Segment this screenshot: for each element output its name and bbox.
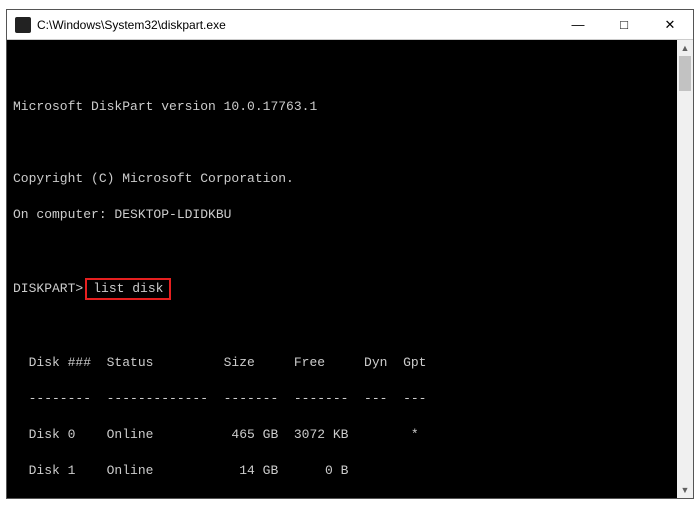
cmd-list-disk: list disk (85, 278, 171, 300)
close-button[interactable]: ✕ (647, 10, 693, 39)
disk-row-0: Disk 0 Online 465 GB 3072 KB * (13, 426, 671, 444)
scroll-track[interactable] (677, 56, 693, 482)
blank-line (13, 134, 671, 152)
blank-line (13, 318, 671, 336)
vertical-scrollbar[interactable]: ▲ ▼ (677, 40, 693, 498)
prompt-text: DISKPART> (13, 281, 83, 296)
prompt-line-1: DISKPART>list disk (13, 278, 671, 300)
window-title: C:\Windows\System32\diskpart.exe (37, 18, 555, 32)
blank-line (13, 242, 671, 260)
window-controls: — □ ✕ (555, 10, 693, 39)
copyright-line: Copyright (C) Microsoft Corporation. (13, 170, 671, 188)
scroll-thumb[interactable] (679, 56, 691, 91)
disk-table-header: Disk ### Status Size Free Dyn Gpt (13, 354, 671, 372)
version-line: Microsoft DiskPart version 10.0.17763.1 (13, 98, 671, 116)
scroll-up-arrow[interactable]: ▲ (677, 40, 693, 56)
app-window: C:\Windows\System32\diskpart.exe — □ ✕ M… (6, 9, 694, 499)
terminal-container: Microsoft DiskPart version 10.0.17763.1 … (7, 40, 693, 498)
app-icon (15, 17, 31, 33)
scroll-down-arrow[interactable]: ▼ (677, 482, 693, 498)
maximize-button[interactable]: □ (601, 10, 647, 39)
title-bar[interactable]: C:\Windows\System32\diskpart.exe — □ ✕ (7, 10, 693, 40)
blank-line (13, 62, 671, 80)
disk-row-1: Disk 1 Online 14 GB 0 B (13, 462, 671, 480)
computer-line: On computer: DESKTOP-LDIDKBU (13, 206, 671, 224)
minimize-button[interactable]: — (555, 10, 601, 39)
terminal-output[interactable]: Microsoft DiskPart version 10.0.17763.1 … (7, 40, 677, 498)
disk-table-separator: -------- ------------- ------- ------- -… (13, 390, 671, 408)
